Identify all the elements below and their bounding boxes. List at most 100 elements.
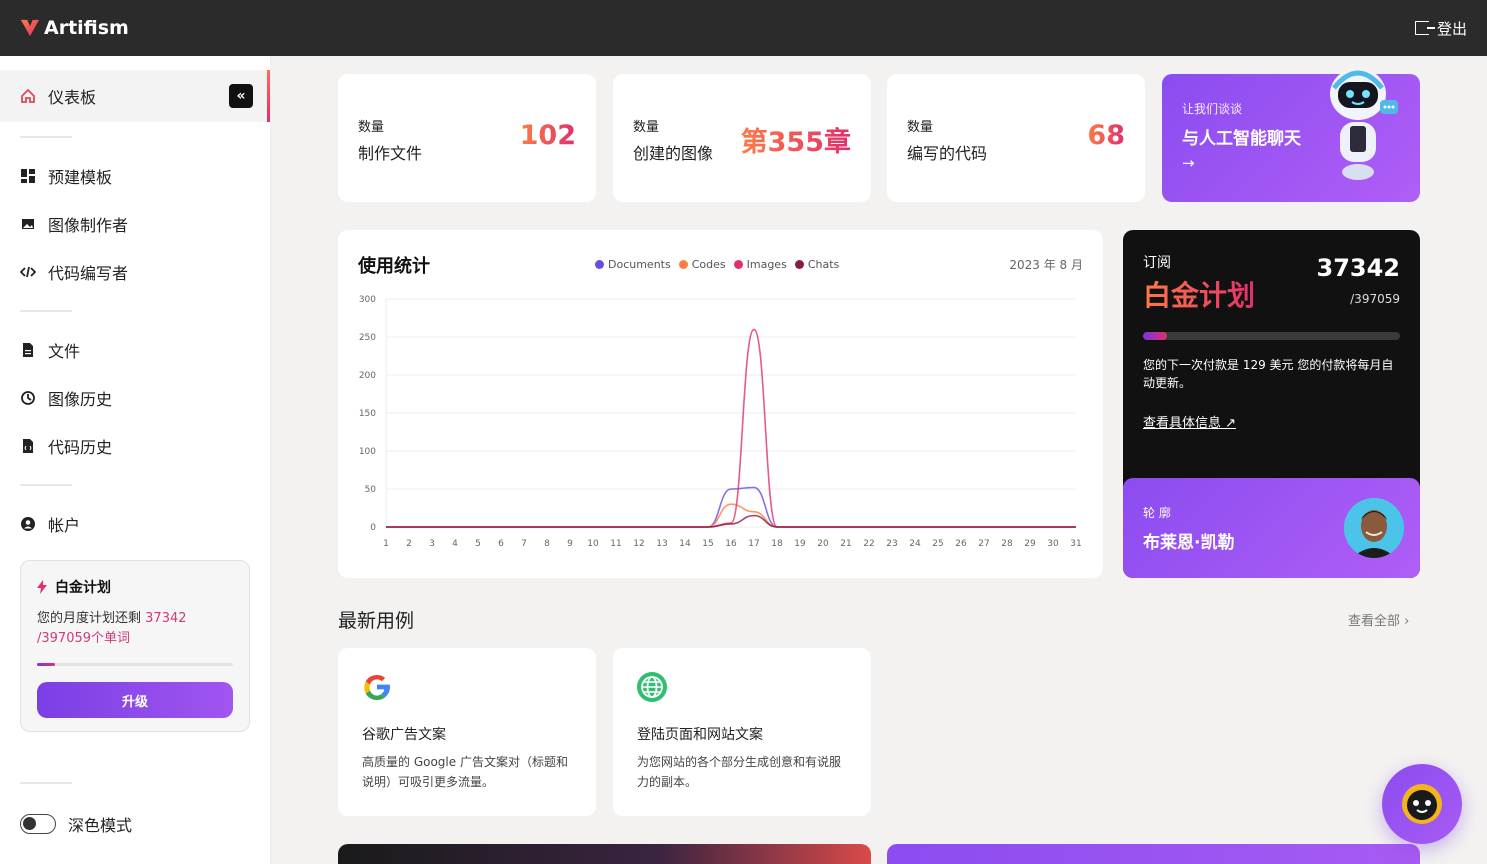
sidebar-item-image-history[interactable]: 图像历史	[20, 386, 112, 410]
sidebar-item-label: 代码编写者	[48, 264, 129, 283]
robot-illustration-icon	[1330, 68, 1398, 180]
recent-use-cases-title: 最新用例	[338, 610, 415, 632]
series-line-images	[386, 328, 1076, 528]
usage-line-chart: 0501001502002503001 2 3 4 5 6 7 8 9 10 11 12 13 14 15 1…	[359, 295, 1082, 549]
stat-label: 数量	[907, 120, 934, 135]
subscription-card: 订阅 白金计划 37342 /397059 您的下一次付款是 129 美元 您的…	[1123, 230, 1420, 578]
logo[interactable]: Artifism	[20, 17, 129, 39]
subscription-progress-fill	[1143, 332, 1168, 340]
plan-card: 白金计划 您的月度计划还剩 37342 /397059个单词 升级	[20, 560, 250, 732]
x-tick-label: 25	[932, 539, 943, 549]
stat-label: 数量	[358, 120, 385, 135]
x-tick-label: 31	[1070, 539, 1081, 549]
profile-name: 布莱恩·凯勒	[1143, 533, 1235, 553]
sidebar-item-label: 图像历史	[48, 390, 113, 409]
sidebar-item-label: 文件	[48, 342, 81, 361]
x-tick-label: 18	[771, 539, 783, 549]
featured-card-partial[interactable]	[338, 844, 871, 864]
y-tick-label: 200	[359, 371, 376, 381]
sidebar-item-label: 预建模板	[48, 168, 113, 187]
usecase-card-google-ads[interactable]: 谷歌广告文案 高质量的 Google 广告文案对（标题和说明）可吸引更多流量。	[338, 648, 596, 816]
y-tick-label: 0	[370, 523, 376, 533]
lightning-icon	[37, 580, 47, 594]
profile-label: 轮 廓	[1143, 506, 1171, 520]
sidebar-item-templates[interactable]: 预建模板	[20, 164, 112, 188]
chat-title: 与人工智能聊天	[1182, 129, 1301, 149]
stat-card-images: 数量 创建的图像 第355章	[613, 74, 871, 202]
divider	[20, 136, 72, 138]
x-tick-label: 24	[909, 539, 921, 549]
collapse-sidebar-button[interactable]: «	[229, 84, 253, 108]
subscription-note: 您的下一次付款是 129 美元 您的付款将每月自动更新。	[1143, 358, 1394, 390]
sidebar-item-documents[interactable]: 文件	[20, 338, 80, 362]
x-tick-label: 11	[610, 539, 621, 549]
code-icon	[20, 266, 36, 278]
x-tick-label: 8	[544, 539, 550, 549]
y-tick-label: 100	[359, 447, 376, 457]
x-tick-label: 17	[748, 539, 759, 549]
x-tick-label: 10	[587, 539, 599, 549]
logout-icon	[1414, 21, 1435, 35]
chat-assistant-button[interactable]	[1382, 764, 1462, 844]
plan-total: /397059个单词	[37, 631, 131, 646]
subscription-label: 订阅	[1143, 255, 1171, 271]
sidebar-item-code-writer[interactable]: 代码编写者	[20, 260, 128, 284]
plan-progress-fill	[37, 663, 56, 666]
usecase-card-landing-page[interactable]: 登陆页面和网站文案 为您网站的各个部分生成创意和有说服力的副本。	[613, 648, 871, 816]
image-icon	[22, 219, 34, 229]
x-tick-label: 19	[794, 539, 806, 549]
code-file-icon	[23, 439, 33, 453]
x-tick-label: 23	[886, 539, 897, 549]
x-tick-label: 14	[679, 539, 691, 549]
dark-mode-label: 深色模式	[68, 816, 133, 835]
x-tick-label: 13	[656, 539, 667, 549]
y-tick-label: 150	[359, 409, 376, 419]
stat-value: 第355章	[741, 120, 851, 159]
divider	[20, 484, 72, 486]
sidebar-item-image-maker[interactable]: 图像制作者	[20, 212, 128, 236]
home-icon	[21, 88, 35, 103]
chat-promo-card[interactable]: 让我们谈谈 与人工智能聊天 →	[1162, 68, 1420, 202]
top-bar: Artifism 登出	[0, 0, 1487, 56]
stat-name: 编写的代码	[907, 144, 988, 163]
x-tick-label: 7	[521, 539, 527, 549]
avatar	[1344, 498, 1404, 558]
x-tick-label: 28	[1001, 539, 1013, 549]
x-tick-label: 29	[1024, 539, 1036, 549]
app-name: Artifism	[44, 17, 129, 39]
view-all-link[interactable]: 查看全部 ›	[1348, 610, 1409, 629]
divider	[20, 310, 72, 312]
subscription-plan: 白金计划	[1143, 274, 1255, 314]
stat-value: 102	[519, 120, 576, 151]
plan-remaining: 37342	[145, 611, 187, 626]
sidebar-item-label: 代码历史	[48, 438, 113, 457]
x-tick-label: 16	[725, 539, 737, 549]
stat-name: 创建的图像	[633, 144, 714, 163]
subscription-total: /397059	[1350, 292, 1400, 306]
sidebar-item-label: 帐户	[48, 516, 81, 535]
sidebar-item-dashboard-content[interactable]: 仪表板	[20, 84, 96, 108]
dark-mode-toggle[interactable]: 深色模式	[20, 812, 132, 836]
stat-value: 68	[1087, 120, 1125, 151]
x-tick-label: 30	[1047, 539, 1059, 549]
toggle-switch[interactable]	[20, 814, 56, 834]
x-tick-label: 3	[429, 539, 435, 549]
y-tick-label: 50	[365, 485, 377, 495]
x-tick-label: 12	[633, 539, 644, 549]
sidebar-item-code-history[interactable]: 代码历史	[20, 434, 112, 458]
x-tick-label: 2	[406, 539, 412, 549]
view-details-link[interactable]: 查看具体信息 ↗	[1143, 412, 1236, 431]
sidebar-item-account[interactable]: 帐户	[20, 512, 80, 536]
x-tick-label: 21	[840, 539, 851, 549]
x-tick-label: 9	[567, 539, 573, 549]
arrow-right-icon: →	[1182, 154, 1195, 172]
upgrade-button[interactable]: 升级	[37, 682, 233, 718]
featured-card-partial[interactable]	[887, 844, 1420, 864]
x-tick-label: 20	[817, 539, 829, 549]
stat-card-documents: 数量 制作文件 102	[338, 74, 596, 202]
profile-card[interactable]: 轮 廓 布莱恩·凯勒	[1123, 478, 1420, 578]
plan-title-text: 白金计划	[55, 580, 111, 596]
y-tick-label: 250	[359, 333, 376, 343]
y-tick-label: 300	[359, 295, 376, 305]
logout-button[interactable]: 登出	[1414, 18, 1467, 39]
